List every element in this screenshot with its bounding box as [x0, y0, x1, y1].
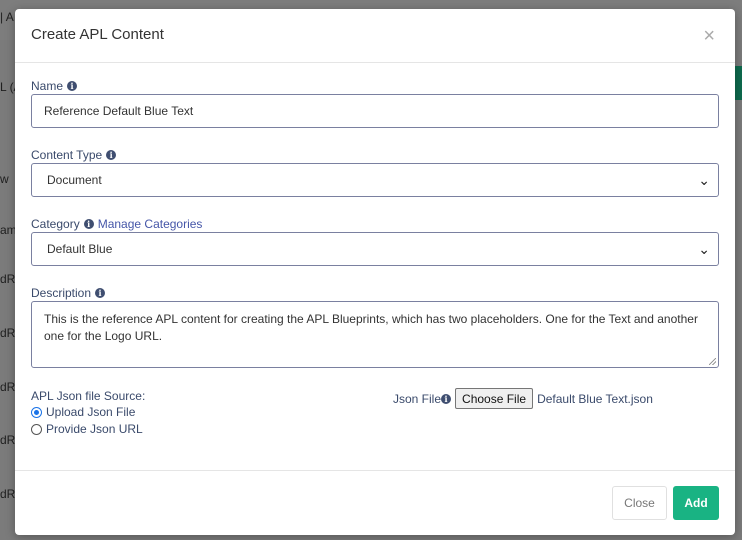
description-label-text: Description: [31, 286, 92, 300]
json-file-label: Json File: [393, 391, 442, 406]
category-select[interactable]: Default Blue ⌄: [31, 232, 719, 266]
description-label: Description i: [31, 286, 106, 300]
modal-footer: Close Add: [15, 470, 735, 535]
background-show-fragment: w: [0, 172, 9, 186]
name-input[interactable]: Reference Default Blue Text: [31, 94, 719, 128]
content-type-value: Document: [47, 173, 102, 187]
resize-handle-icon[interactable]: [709, 358, 716, 365]
name-label-text: Name: [31, 79, 64, 93]
background-row-fragment: dR: [0, 326, 16, 340]
info-icon[interactable]: i: [106, 150, 117, 160]
content-type-select[interactable]: Document ⌄: [31, 163, 719, 197]
info-icon[interactable]: i: [441, 393, 452, 404]
description-textarea[interactable]: This is the reference APL content for cr…: [31, 301, 719, 368]
upload-json-label: Upload Json File: [46, 405, 136, 419]
background-row-fragment: dR: [0, 433, 16, 447]
info-icon[interactable]: i: [95, 288, 106, 298]
upload-json-option[interactable]: Upload Json File: [31, 405, 135, 419]
background-row-fragment: dR: [0, 272, 16, 286]
provide-json-url-label: Provide Json URL: [46, 422, 143, 436]
close-button[interactable]: Close: [612, 486, 667, 520]
selected-file-name: Default Blue Text.json: [537, 391, 653, 406]
description-value: This is the reference APL content for cr…: [44, 312, 698, 343]
category-label: Category i Manage Categories: [31, 217, 202, 231]
background-row-fragment: dR: [0, 380, 16, 394]
provide-json-url-option[interactable]: Provide Json URL: [31, 422, 143, 436]
name-label: Name i: [31, 79, 78, 93]
name-input-value: Reference Default Blue Text: [44, 104, 194, 118]
content-type-label-text: Content Type: [31, 148, 103, 162]
manage-categories-link[interactable]: Manage Categories: [98, 217, 203, 231]
add-button[interactable]: Add: [673, 486, 719, 520]
background-row-fragment: dR: [0, 487, 16, 501]
provide-json-url-radio[interactable]: [31, 423, 42, 435]
info-icon[interactable]: i: [83, 219, 94, 229]
upload-json-radio[interactable]: [31, 406, 42, 418]
create-apl-content-modal: Create APL Content × Name i Reference De…: [15, 9, 735, 535]
modal-header: Create APL Content ×: [15, 9, 735, 63]
background-breadcrumb: | A: [0, 10, 14, 24]
info-icon[interactable]: i: [67, 81, 78, 91]
content-type-label: Content Type i: [31, 148, 117, 162]
chevron-down-icon: ⌄: [698, 240, 710, 257]
chevron-down-icon: ⌄: [698, 171, 710, 188]
choose-file-button[interactable]: Choose File: [455, 388, 534, 409]
category-value: Default Blue: [47, 242, 113, 256]
json-file-field: Json File i Choose File Default Blue Tex…: [393, 388, 653, 409]
category-label-text: Category: [31, 217, 80, 231]
close-icon[interactable]: ×: [703, 26, 715, 46]
modal-title: Create APL Content: [31, 26, 164, 43]
json-source-label: APL Json file Source:: [31, 389, 146, 403]
